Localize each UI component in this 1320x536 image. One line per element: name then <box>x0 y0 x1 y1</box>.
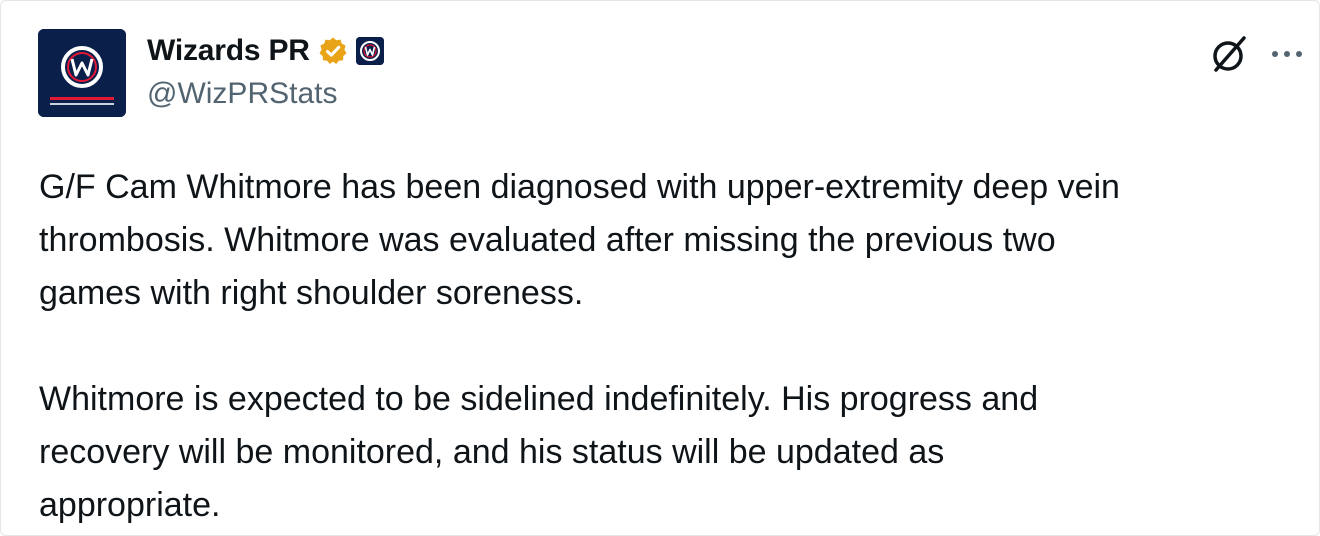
wizards-affiliation-icon[interactable] <box>355 37 384 65</box>
display-name[interactable]: Wizards PR <box>147 34 310 68</box>
profile-avatar[interactable] <box>38 29 126 117</box>
user-handle[interactable]: @WizPRStats <box>147 77 337 111</box>
grok-icon[interactable] <box>1208 32 1252 76</box>
tweet-paragraph: Whitmore is expected to be sidelined ind… <box>39 380 1039 524</box>
tweet-card: Wizards PR @WizPRStats G/F Cam Whitmore … <box>0 0 1320 536</box>
verified-badge-icon[interactable] <box>318 36 348 66</box>
name-row: Wizards PR <box>147 31 384 71</box>
tweet-text: G/F Cam Whitmore has been diagnosed with… <box>39 161 1299 532</box>
more-options-icon[interactable] <box>1269 47 1305 59</box>
tweet-paragraph: G/F Cam Whitmore has been diagnosed with… <box>39 168 1120 312</box>
